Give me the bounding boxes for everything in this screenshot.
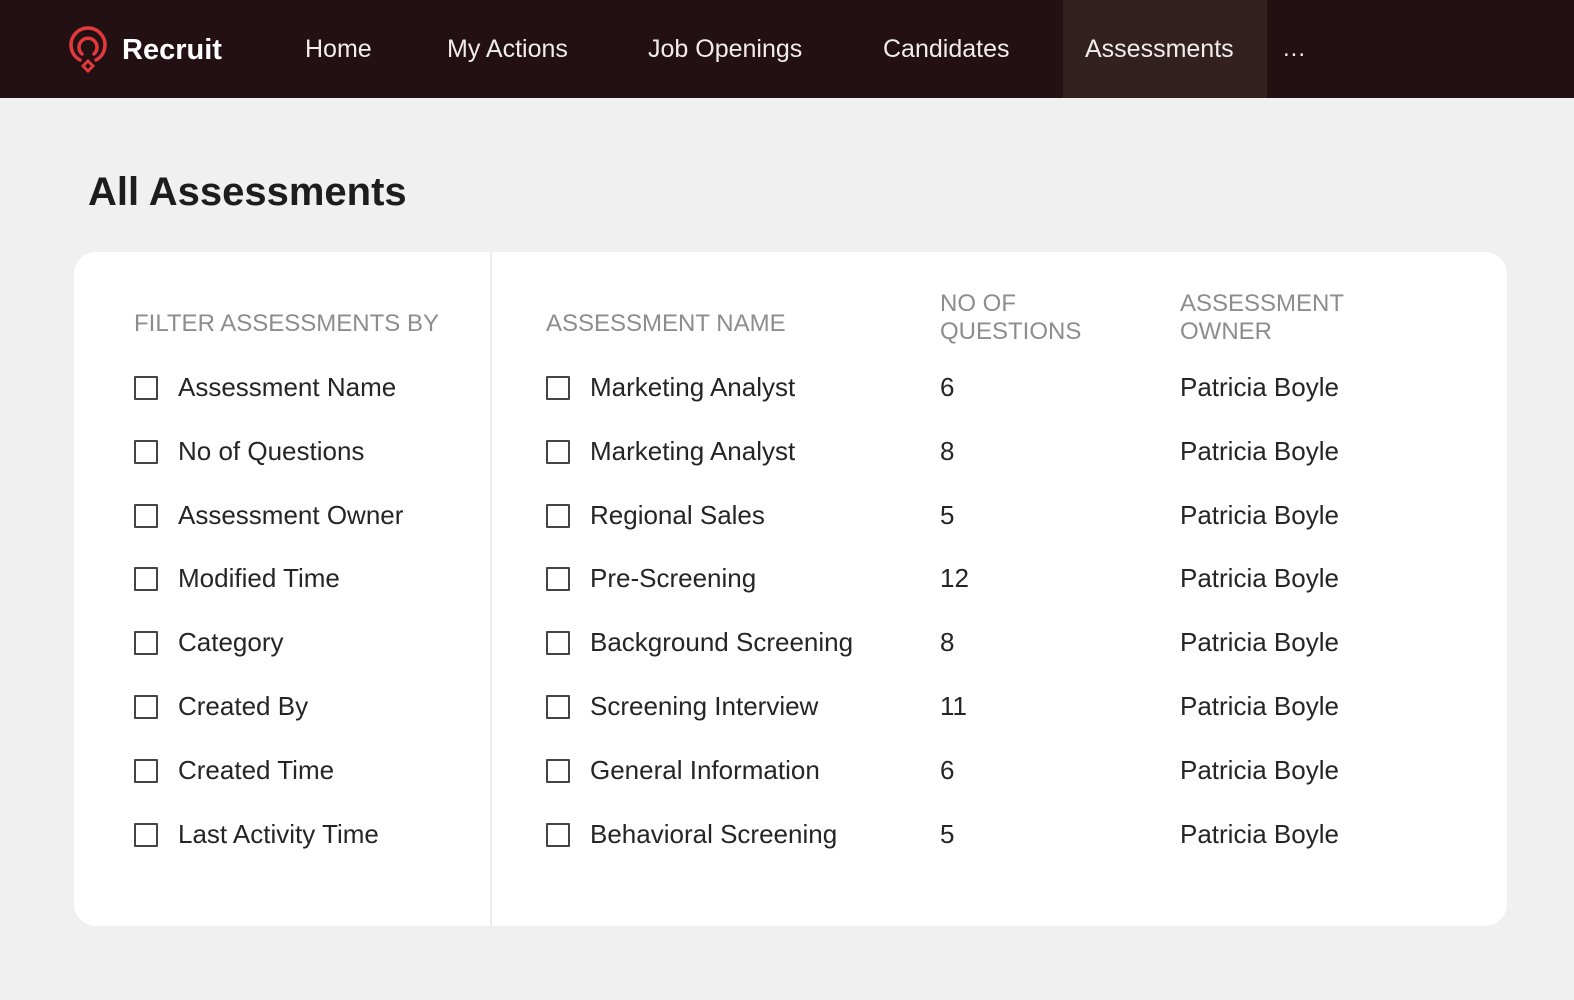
filter-checkbox[interactable] (134, 567, 158, 592)
app-logo[interactable]: Recruit (66, 24, 222, 76)
column-header-text: QUESTIONS (940, 318, 1082, 345)
column-header-assessment-name[interactable]: ASSESSMENT NAME (546, 310, 786, 338)
questions-count-cell: 11 (940, 691, 967, 721)
column-header-no-of-questions[interactable]: NO OF QUESTIONS (940, 290, 1081, 346)
filter-option-label[interactable]: Created Time (178, 755, 334, 786)
column-header-text: ASSESSMENT (1180, 290, 1345, 317)
assessment-name-cell[interactable]: Marketing Analyst (590, 372, 795, 403)
filter-option-label[interactable]: Created By (178, 691, 308, 722)
row-checkbox[interactable] (546, 503, 570, 528)
filter-option-label[interactable]: Modified Time (178, 563, 340, 594)
app-name: Recruit (122, 33, 222, 66)
filter-checkbox[interactable] (134, 631, 158, 656)
top-navigation-bar: Recruit Home My Actions Job Openings Can… (0, 0, 1574, 98)
recruit-logo-icon (69, 26, 107, 74)
column-divider (490, 252, 492, 926)
filter-option-label[interactable]: Last Activity Time (178, 819, 379, 850)
row-checkbox[interactable] (546, 376, 570, 400)
column-header-assessment-owner[interactable]: ASSESSMENT OWNER (1180, 290, 1344, 346)
filter-option-label[interactable]: Assessment Name (178, 372, 396, 403)
assessments-card: FILTER ASSESSMENTS BY Assessment Name No … (74, 252, 1507, 926)
assessment-name-cell[interactable]: Background Screening (590, 627, 853, 658)
assessment-name-cell[interactable]: Behavioral Screening (590, 819, 837, 850)
column-header-text: NO OF (940, 290, 1016, 317)
nav-assessments[interactable]: Assessments (1063, 0, 1267, 98)
column-header-text: OWNER (1180, 318, 1272, 345)
row-checkbox[interactable] (546, 567, 570, 592)
row-checkbox[interactable] (546, 439, 570, 464)
row-checkbox[interactable] (546, 822, 570, 847)
assessment-owner-cell: Patricia Boyle (1180, 754, 1339, 785)
filter-option-label[interactable]: Assessment Owner (178, 500, 403, 531)
filter-checkbox[interactable] (134, 695, 158, 719)
nav-job-openings[interactable]: Job Openings (648, 0, 802, 98)
assessment-owner-cell: Patricia Boyle (1180, 563, 1339, 594)
assessment-name-cell[interactable]: Pre-Screening (590, 563, 756, 594)
questions-count-cell: 5 (940, 499, 955, 530)
assessment-name-cell[interactable]: Regional Sales (590, 500, 765, 531)
nav-candidates[interactable]: Candidates (883, 0, 1009, 98)
assessment-owner-cell: Patricia Boyle (1180, 691, 1339, 721)
questions-count-cell: 8 (940, 435, 955, 466)
assessment-owner-cell: Patricia Boyle (1180, 435, 1339, 466)
assessment-owner-cell: Patricia Boyle (1180, 372, 1339, 402)
assessment-name-cell[interactable]: Screening Interview (590, 691, 818, 722)
row-checkbox[interactable] (546, 695, 570, 719)
filter-checkbox[interactable] (134, 822, 158, 847)
assessment-owner-cell: Patricia Boyle (1180, 627, 1339, 658)
assessment-owner-cell: Patricia Boyle (1180, 818, 1339, 849)
questions-count-cell: 6 (940, 372, 955, 402)
filter-heading: FILTER ASSESSMENTS BY (134, 310, 439, 337)
assessment-name-cell[interactable]: General Information (590, 755, 820, 786)
nav-my-actions[interactable]: My Actions (447, 0, 568, 98)
more-menu-button[interactable]: ... (1283, 0, 1306, 98)
filter-option-label[interactable]: No of Questions (178, 436, 364, 467)
filter-option-label[interactable]: Category (178, 627, 284, 658)
assessment-owner-cell: Patricia Boyle (1180, 499, 1339, 530)
questions-count-cell: 8 (940, 627, 955, 658)
page-title: All Assessments (88, 170, 407, 214)
assessment-name-cell[interactable]: Marketing Analyst (590, 436, 795, 467)
filter-checkbox[interactable] (134, 376, 158, 400)
filter-checkbox[interactable] (134, 503, 158, 528)
filter-checkbox[interactable] (134, 439, 158, 464)
row-checkbox[interactable] (546, 758, 570, 783)
questions-count-cell: 5 (940, 818, 955, 849)
questions-count-cell: 12 (940, 563, 969, 594)
nav-home[interactable]: Home (305, 0, 372, 98)
row-checkbox[interactable] (546, 631, 570, 656)
questions-count-cell: 6 (940, 754, 955, 785)
filter-checkbox[interactable] (134, 758, 158, 783)
